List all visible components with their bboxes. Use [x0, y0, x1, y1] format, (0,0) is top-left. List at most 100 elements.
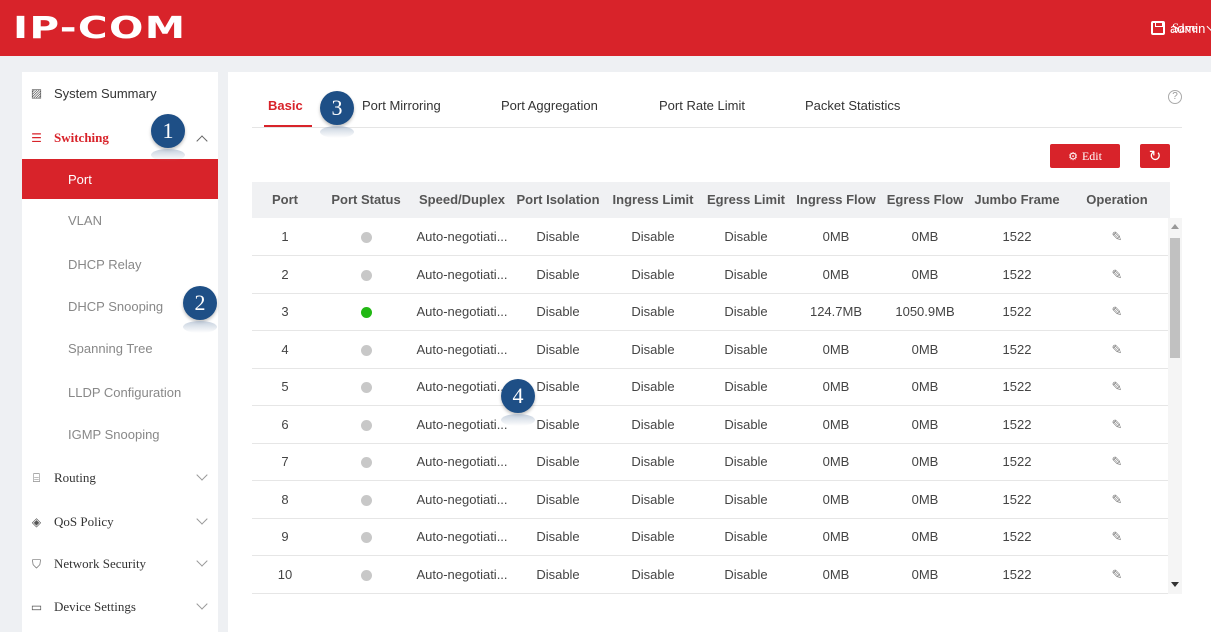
table-row: 2 Auto-negotiati... Disable Disable Disable 0… [252, 256, 1170, 294]
cell-operation: ✎ [1084, 293, 1150, 331]
status-dot-icon [360, 494, 372, 506]
scroll-down-arrow-icon[interactable] [1171, 582, 1179, 587]
sidebar-item-network-security[interactable]: ⛉ Network Security [22, 545, 218, 583]
edit-pencil-icon[interactable]: ✎ [1112, 218, 1123, 256]
edit-pencil-icon[interactable]: ✎ [1112, 256, 1123, 294]
user-menu[interactable]: admin [1170, 19, 1211, 37]
cell-egress-flow: 0MB [911, 379, 939, 394]
table-row: 5 Auto-negotiati... Disable Disable Disable 0… [252, 368, 1170, 406]
cell-ingress-limit: Disable [631, 566, 675, 582]
sidebar-item-system-summary[interactable]: ▨ System Summary [22, 74, 218, 112]
table-row: 7 Auto-negotiati... Disable Disable Disable 0… [252, 443, 1170, 481]
cell-port: 7 [281, 454, 289, 469]
column-header: Speed/Duplex [419, 192, 505, 207]
status-dot-icon [360, 232, 372, 244]
cell-ingress-flow: 0MB [822, 341, 850, 357]
cell-egress-flow: 0MB [911, 341, 939, 357]
tab-port-mirroring[interactable]: Port Mirroring [362, 98, 441, 113]
sidebar-item-qos-policy[interactable]: ◈ QoS Policy [22, 503, 218, 541]
sidebar-item-spanning-tree[interactable]: Spanning Tree [22, 328, 218, 368]
cell-operation: ✎ [1084, 406, 1150, 444]
sidebar: ▨ System Summary ☰ Switching Port VLAN D… [22, 72, 218, 632]
table-row: 9 Auto-negotiati... Disable Disable Disable 0… [252, 518, 1170, 556]
cell-port: 5 [281, 379, 289, 394]
table-scrollbar[interactable] [1168, 218, 1182, 594]
column-header: Ingress Flow [796, 192, 876, 207]
cell-speed-duplex: Auto-negotiati... [416, 566, 508, 582]
sidebar-item-vlan[interactable]: VLAN [22, 200, 218, 240]
cell-operation: ✎ [1084, 556, 1150, 594]
cell-port: 2 [281, 266, 289, 282]
sidebar-item-routing[interactable]: ⌸ Routing [22, 459, 218, 497]
cell-speed-duplex: Auto-negotiati... [416, 229, 508, 244]
sidebar-item-igmp-snooping[interactable]: IGMP Snooping [22, 414, 218, 454]
edit-pencil-icon[interactable]: ✎ [1112, 481, 1123, 519]
device-icon: ▭ [30, 599, 43, 614]
edit-pencil-icon[interactable]: ✎ [1112, 556, 1123, 594]
scroll-thumb[interactable] [1170, 238, 1180, 358]
edit-button[interactable]: ⚙ Edit [1050, 144, 1120, 168]
edit-pencil-icon[interactable]: ✎ [1112, 293, 1123, 331]
sidebar-item-dhcp-relay[interactable]: DHCP Relay [22, 244, 218, 284]
refresh-button[interactable]: ↻ [1140, 144, 1170, 168]
cell-port-status [326, 443, 406, 481]
cell-egress-flow: 0MB [911, 416, 939, 432]
cell-speed-duplex: Auto-negotiati... [416, 379, 508, 394]
cell-speed-duplex: Auto-negotiati... [416, 304, 508, 319]
sidebar-item-device-settings[interactable]: ▭ Device Settings [22, 588, 218, 626]
column-header: Port Isolation [516, 192, 600, 207]
edit-pencil-icon[interactable]: ✎ [1112, 331, 1123, 369]
tab-basic[interactable]: Basic [268, 98, 303, 113]
cell-port: 9 [281, 529, 289, 544]
callout-marker: 1 [151, 114, 185, 148]
status-dot-icon [360, 457, 372, 469]
cell-ingress-limit: Disable [631, 304, 675, 319]
sidebar-item-lldp-configuration[interactable]: LLDP Configuration [22, 372, 218, 412]
chart-icon: ▨ [30, 85, 43, 100]
cell-egress-flow: 0MB [911, 566, 939, 582]
cell-ingress-limit: Disable [631, 229, 675, 244]
edit-pencil-icon[interactable]: ✎ [1112, 406, 1123, 444]
cell-ingress-flow: 0MB [822, 529, 850, 544]
sidebar-item-port[interactable]: Port [22, 159, 218, 199]
sidebar-item-switching[interactable]: ☰ Switching [22, 119, 218, 157]
cell-egress-flow: 0MB [911, 454, 939, 469]
tab-port-rate-limit[interactable]: Port Rate Limit [659, 98, 745, 113]
cell-ingress-limit: Disable [631, 341, 675, 357]
edit-pencil-icon[interactable]: ✎ [1112, 443, 1123, 481]
user-name: admin [1170, 20, 1206, 36]
cell-egress-flow: 0MB [911, 491, 939, 507]
sidebar-item-label: Network Security [54, 556, 147, 571]
column-header: Operation [1086, 192, 1148, 207]
column-header: Jumbo Frame [974, 192, 1060, 207]
cell-ingress-limit: Disable [631, 379, 675, 394]
scroll-up-arrow-icon[interactable] [1171, 224, 1179, 229]
cell-jumbo-frame: 1522 [1002, 454, 1032, 469]
edit-pencil-icon[interactable]: ✎ [1112, 368, 1123, 406]
cell-operation: ✎ [1084, 218, 1150, 256]
help-icon[interactable]: ? [1168, 90, 1182, 104]
chevron-down-icon [1206, 21, 1211, 31]
tab-packet-statistics[interactable]: Packet Statistics [805, 98, 900, 113]
cell-egress-limit: Disable [724, 529, 768, 544]
edit-label: Edit [1081, 148, 1102, 163]
cell-ingress-flow: 0MB [822, 229, 850, 244]
router-icon: ⌸ [32, 470, 41, 485]
status-dot-icon [360, 532, 372, 544]
tab-port-aggregation[interactable]: Port Aggregation [501, 98, 598, 113]
layers-icon: ◈ [31, 514, 42, 529]
cell-port: 1 [281, 229, 289, 244]
cell-port: 4 [281, 341, 289, 357]
cell-port-isolation: Disable [536, 566, 580, 582]
edit-pencil-icon[interactable]: ✎ [1112, 518, 1123, 556]
cell-egress-flow: 0MB [911, 529, 939, 544]
save-icon [1151, 21, 1165, 35]
cell-port-status [326, 368, 406, 406]
status-dot-icon [360, 269, 372, 281]
table-row: 4 Auto-negotiati... Disable Disable Disable 0… [252, 331, 1170, 369]
cell-operation: ✎ [1084, 481, 1150, 519]
status-dot-icon [360, 382, 372, 394]
status-dot-icon [360, 419, 372, 431]
top-bar: IP-COM Save admin [0, 0, 1211, 56]
cell-port-isolation: Disable [536, 491, 580, 507]
